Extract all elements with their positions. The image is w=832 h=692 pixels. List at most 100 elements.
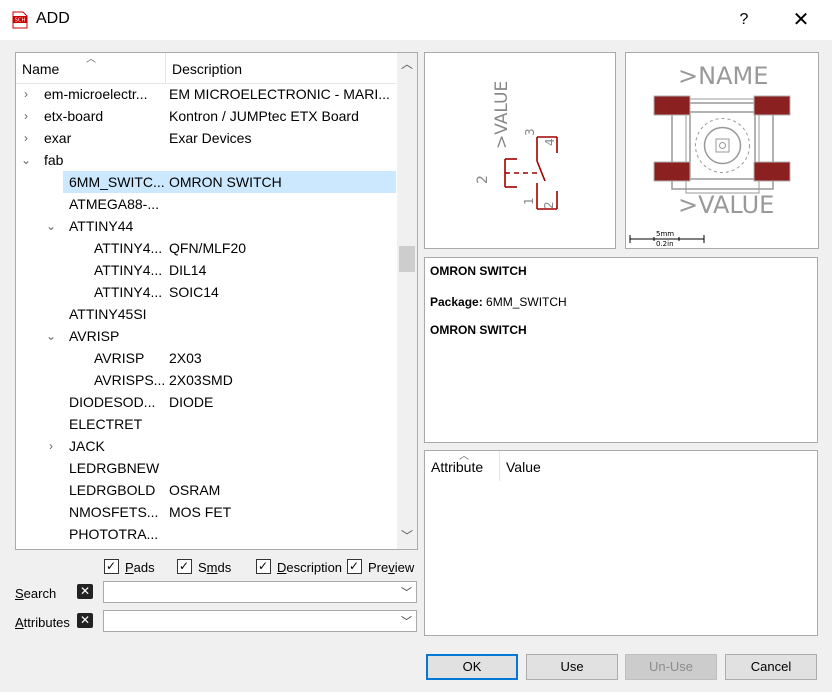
tree-row-description: 2X03SMD	[169, 372, 233, 388]
clear-attributes-icon[interactable]: ✕	[77, 613, 93, 628]
column-divider	[165, 53, 166, 83]
tree-row[interactable]: ATMEGA88-...	[16, 193, 396, 215]
tree-row-name: LEDRGBNEW	[69, 460, 160, 476]
tree-row-name: em-microelectr...	[44, 86, 148, 102]
attributes-label: Attributes	[15, 615, 70, 630]
scale-mm-label: 5mm	[656, 230, 674, 238]
search-input[interactable]: ﹀	[103, 581, 417, 603]
tree-row[interactable]: ATTINY4... SOIC14	[16, 281, 396, 303]
checkbox-checked-icon	[256, 557, 271, 575]
tree-row[interactable]: LEDRGBOLD OSRAM	[16, 479, 396, 501]
svg-text:1: 1	[522, 197, 536, 205]
tree-row[interactable]: › em-microelectr... EM MICROELECTRONIC - M…	[16, 83, 396, 105]
expand-chevron-icon[interactable]: ›	[20, 127, 32, 149]
tree-row[interactable]: AVRISP 2X03	[16, 347, 396, 369]
unuse-button[interactable]: Un-Use	[625, 654, 717, 680]
package-value-label: >VALUE	[678, 191, 774, 219]
tree-row-selected[interactable]: 6MM_SWITC... OMRON SWITCH	[63, 171, 396, 193]
checkbox-checked-icon	[177, 557, 192, 575]
expand-chevron-icon[interactable]: ›	[20, 105, 32, 127]
tree-row[interactable]: ATTINY4... QFN/MLF20	[16, 237, 396, 259]
tree-row-description: MOS FET	[169, 504, 232, 520]
tree-row-description: DIODE	[169, 394, 214, 410]
switch-symbol-graphic: >VALUE 2 3 4 1 2	[475, 81, 558, 210]
expand-chevron-icon[interactable]: ›	[45, 435, 57, 457]
column-header-name[interactable]: Name	[22, 61, 59, 77]
tree-row[interactable]: ⌄ ATTINY44	[16, 215, 396, 237]
collapse-chevron-icon[interactable]: ⌄	[45, 215, 57, 237]
tree-row[interactable]: › etx-board Kontron / JUMPtec ETX Board	[16, 105, 396, 127]
tree-row[interactable]: ⌄ fab	[16, 149, 396, 171]
checkbox-checked-icon	[347, 557, 362, 575]
tree-row[interactable]: LEDRGBNEW	[16, 457, 396, 479]
tree-row-description: OSRAM	[169, 482, 221, 498]
use-button[interactable]: Use	[526, 654, 618, 680]
window-title: ADD	[36, 10, 70, 27]
scroll-up-icon[interactable]: ︿	[397, 55, 417, 75]
cancel-button[interactable]: Cancel	[725, 654, 817, 680]
search-label: Search	[15, 586, 57, 601]
tree-row[interactable]: ⌄ AVRISP	[16, 325, 396, 347]
symbol-value-label: >VALUE	[492, 81, 512, 149]
package-line: Package: 6MM_SWITCH	[430, 295, 567, 309]
description-checkbox[interactable]: Description	[256, 557, 342, 577]
tree-row-description: SOIC14	[169, 284, 219, 300]
tree-row[interactable]: ATTINY45SI	[16, 303, 396, 325]
title-bar	[0, 0, 832, 40]
tree-row-name: 6MM_SWITC...	[69, 174, 165, 190]
sort-up-icon: ︿	[86, 54, 96, 65]
tree-row-name: JACK	[69, 438, 105, 454]
device-description: OMRON SWITCH	[430, 323, 527, 337]
tree-row-description: 2X03	[169, 350, 202, 366]
tree-row-name: ATTINY4...	[94, 284, 163, 300]
dropdown-arrow-icon[interactable]: ﹀	[401, 613, 412, 629]
checkbox-checked-icon	[104, 557, 119, 575]
column-header-value[interactable]: Value	[506, 459, 541, 475]
column-header-description[interactable]: Description	[172, 61, 242, 77]
tree-row-name: exar	[44, 130, 72, 146]
tree-row-name: fab	[44, 152, 64, 168]
dropdown-arrow-icon[interactable]: ﹀	[401, 584, 412, 600]
tree-row-name: AVRISP	[94, 350, 145, 366]
tree-row-name: ELECTRET	[69, 416, 143, 432]
device-info-panel: OMRON SWITCH Package: 6MM_SWITCH OMRON S…	[424, 257, 818, 443]
tree-header: ︿ Name Description	[16, 53, 396, 84]
tree-row[interactable]: › exar Exar Devices	[16, 127, 396, 149]
collapse-chevron-icon[interactable]: ⌄	[20, 149, 32, 171]
ok-button[interactable]: OK	[426, 654, 518, 680]
tree-row-name: NMOSFETS...	[69, 504, 159, 520]
tree-row-name: LEDRGBOLD	[69, 482, 156, 498]
library-tree[interactable]: ︿ Name Description › em-microelectr... EM …	[15, 52, 418, 550]
tree-row[interactable]: ATTINY4... DIL14	[16, 259, 396, 281]
tree-row-description: EM MICROELECTRONIC - MARI...	[169, 86, 390, 102]
pads-checkbox[interactable]: Pads	[104, 557, 155, 577]
expand-chevron-icon[interactable]: ›	[20, 83, 32, 105]
schematic-app-icon: SCH	[12, 11, 28, 29]
tree-row-name: PHOTOTRA...	[69, 526, 159, 542]
tree-scrollbar[interactable]: ︿ ﹀	[397, 53, 417, 549]
tree-row[interactable]: AVRISPS... 2X03SMD	[16, 369, 396, 391]
package-name-label: >NAME	[678, 62, 768, 90]
tree-row[interactable]: › JACK	[16, 435, 396, 457]
close-button[interactable]: ✕	[786, 8, 816, 32]
tree-row[interactable]: DIODESOD... DIODE	[16, 391, 396, 413]
tree-row[interactable]: ELECTRET	[16, 413, 396, 435]
tree-row-description: Kontron / JUMPtec ETX Board	[169, 108, 359, 124]
svg-text:2: 2	[475, 175, 491, 184]
tree-row-name: DIODESOD...	[69, 394, 156, 410]
smds-checkbox[interactable]: Smds	[177, 557, 231, 577]
tree-row-description: QFN/MLF20	[169, 240, 247, 256]
tree-row[interactable]: NMOSFETS... MOS FET	[16, 501, 396, 523]
help-button[interactable]: ?	[730, 8, 758, 32]
device-title: OMRON SWITCH	[430, 264, 527, 278]
tree-row-name: AVRISP	[69, 328, 120, 344]
collapse-chevron-icon[interactable]: ⌄	[45, 325, 57, 347]
scroll-thumb[interactable]	[399, 246, 415, 272]
tree-row[interactable]: PHOTOTRA...	[16, 523, 396, 545]
attributes-input[interactable]: ﹀	[103, 610, 417, 632]
column-header-attribute[interactable]: Attribute	[431, 459, 483, 475]
svg-text:SCH: SCH	[15, 18, 26, 24]
scroll-down-icon[interactable]: ﹀	[397, 527, 417, 547]
preview-checkbox[interactable]: Preview	[347, 557, 414, 577]
clear-search-icon[interactable]: ✕	[77, 584, 93, 599]
